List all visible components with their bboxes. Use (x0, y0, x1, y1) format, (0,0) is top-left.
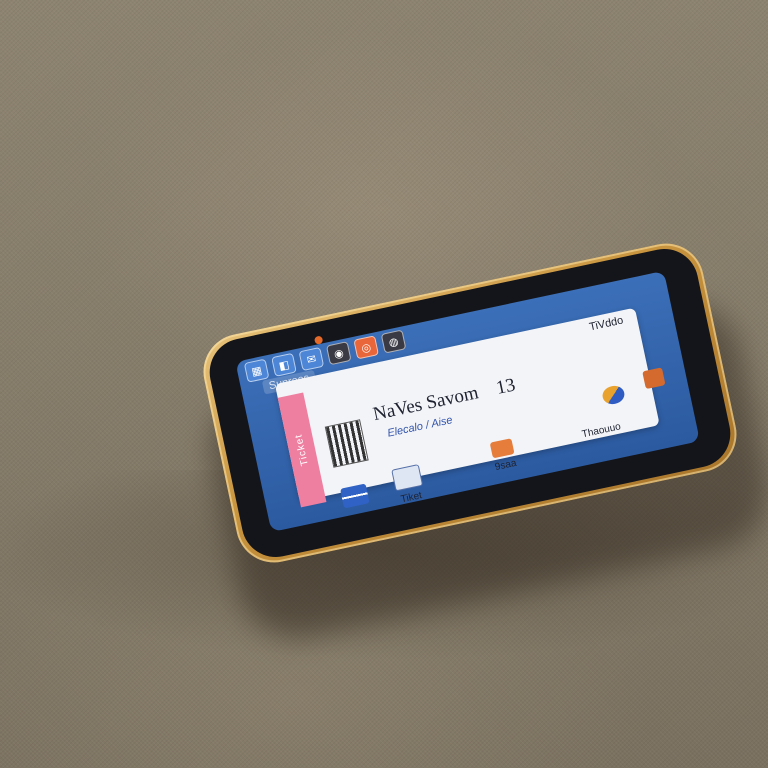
photo-scene: ▦ ◧ ✉ ◉ ◎ ◍ Sunroos TiVddo Ticket NaVes … (0, 0, 768, 768)
side-tab[interactable]: Ticket (277, 392, 327, 508)
orange-app-icon (489, 438, 515, 459)
tile-label: 9saa (494, 457, 518, 474)
robot-app-icon (642, 367, 666, 390)
tile-robot[interactable] (642, 367, 666, 390)
tile-label: Tiket (399, 490, 423, 506)
app-icon[interactable]: ◉ (325, 341, 352, 366)
app-icon[interactable]: ◍ (380, 329, 407, 354)
tile-news[interactable] (340, 483, 370, 509)
app-icon[interactable]: ◎ (353, 335, 380, 360)
tile-mixed[interactable] (600, 383, 627, 407)
news-icon (340, 483, 370, 509)
hand-icon (391, 464, 424, 492)
mixed-app-icon (600, 383, 627, 407)
status-label: TiVddo (588, 314, 625, 334)
tile-label: Thaouuo (580, 421, 622, 441)
app-icon[interactable]: ✉ (298, 346, 325, 372)
tile-hand[interactable]: Tiket (391, 464, 426, 506)
tile-mixed-label[interactable]: Thaouuo (581, 421, 622, 440)
tile-orange[interactable]: 9saa (489, 438, 518, 474)
headline-number: 13 (494, 374, 518, 399)
qr-code-icon (324, 419, 369, 468)
